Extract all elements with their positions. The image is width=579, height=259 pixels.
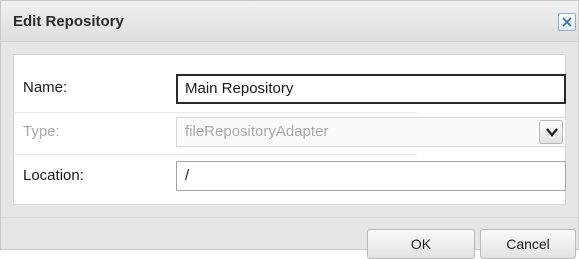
name-input[interactable]: Main Repository	[176, 74, 566, 104]
edit-repository-dialog: Edit Repository Name: Main Repository Ty…	[0, 0, 579, 259]
footer-divider	[1, 217, 578, 218]
name-label: Name:	[23, 79, 68, 96]
type-label: Type:	[23, 123, 60, 140]
cancel-button[interactable]: Cancel	[480, 229, 576, 259]
location-label: Location:	[23, 167, 84, 184]
ok-button[interactable]: OK	[367, 229, 475, 259]
type-select-value: fileRepositoryAdapter	[185, 123, 329, 140]
dialog-titlebar: Edit Repository	[1, 1, 578, 42]
row-divider	[13, 112, 417, 113]
row-divider	[13, 154, 417, 155]
type-dropdown-button[interactable]	[539, 120, 563, 144]
close-x-icon	[562, 17, 572, 27]
location-input[interactable]: /	[176, 161, 566, 191]
dialog-title: Edit Repository	[13, 13, 124, 30]
chevron-down-icon	[546, 128, 558, 137]
close-button[interactable]	[558, 13, 576, 31]
type-select[interactable]: fileRepositoryAdapter	[176, 117, 566, 147]
